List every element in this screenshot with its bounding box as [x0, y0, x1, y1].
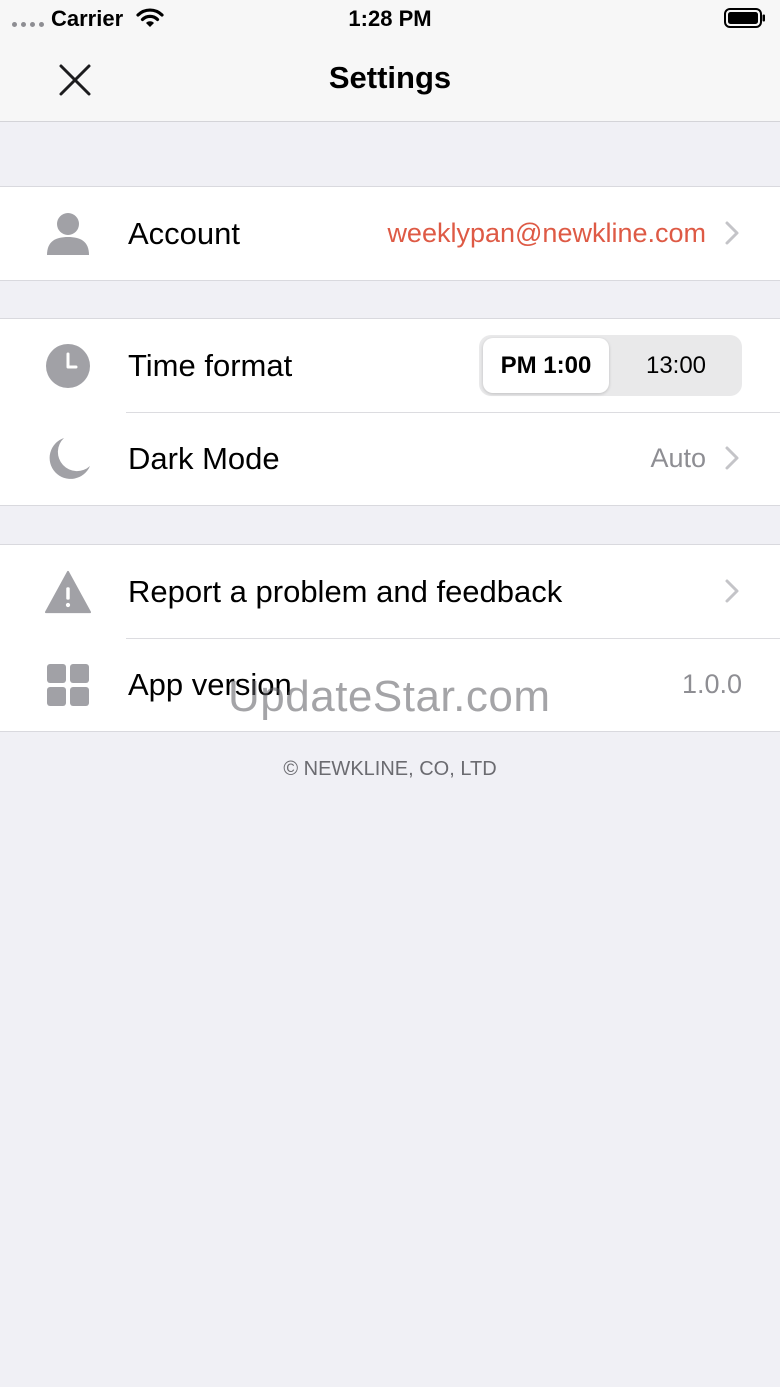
- clock-icon: [44, 343, 92, 389]
- account-email: weeklypan@newkline.com: [387, 218, 706, 248]
- account-section: Account weeklypan@newkline.com: [0, 186, 780, 281]
- chevron-right-icon: [725, 579, 739, 603]
- page-title: Settings: [328, 60, 452, 95]
- navigation-bar: Carrier 1:28 PM Settings: [0, 0, 780, 122]
- dark-mode-row[interactable]: Dark Mode Auto: [0, 412, 780, 505]
- person-icon: [44, 211, 92, 257]
- battery-icon: [724, 8, 765, 28]
- moon-icon: [44, 436, 92, 482]
- time-format-option-12h[interactable]: PM 1:00: [483, 338, 609, 393]
- dark-mode-value: Auto: [650, 443, 706, 473]
- app-version-value: 1.0.0: [681, 669, 742, 699]
- chevron-right-icon: [725, 446, 739, 470]
- time-format-segmented-control: PM 1:00 13:00: [479, 335, 742, 396]
- chevron-right-icon: [725, 221, 739, 245]
- account-label: Account: [128, 216, 241, 251]
- grid-icon: [44, 662, 92, 708]
- warning-icon: [44, 569, 92, 615]
- time-format-row: Time format PM 1:00 13:00: [0, 319, 780, 412]
- time-format-label: Time format: [128, 348, 293, 383]
- dark-mode-label: Dark Mode: [128, 441, 280, 476]
- status-time: 1:28 PM: [348, 6, 432, 31]
- feedback-label: Report a problem and feedback: [128, 574, 563, 609]
- watermark-text: UpdateStar.com: [228, 672, 551, 721]
- time-format-option-24h[interactable]: 13:00: [613, 338, 739, 393]
- feedback-row[interactable]: Report a problem and feedback: [0, 545, 780, 638]
- status-bar: Carrier 1:28 PM: [0, 0, 780, 40]
- display-section: Time format PM 1:00 13:00 Dark Mode Auto: [0, 318, 780, 506]
- account-row[interactable]: Account weeklypan@newkline.com: [0, 187, 780, 280]
- copyright-text: © NEWKLINE, CO, LTD: [283, 758, 497, 780]
